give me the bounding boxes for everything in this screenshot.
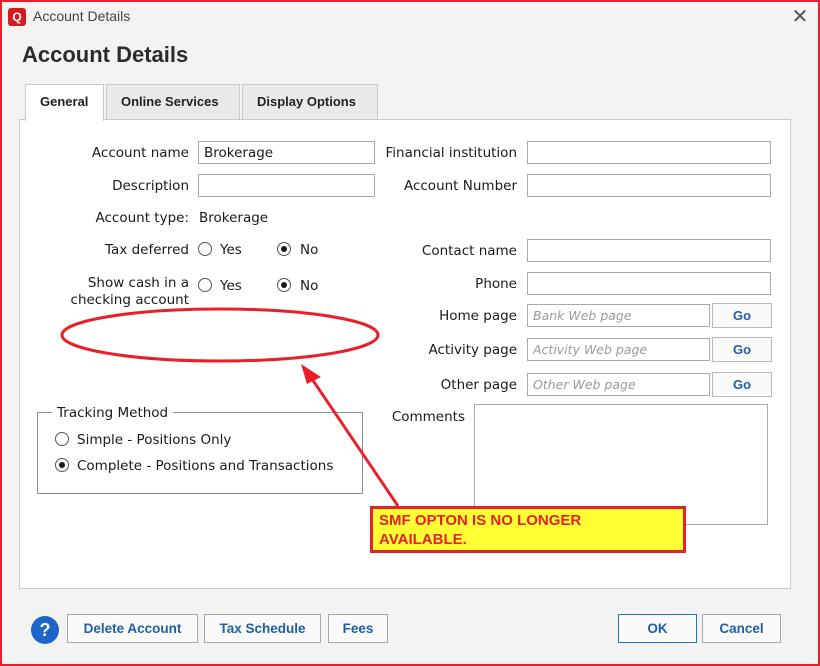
home-page-go-button[interactable]: Go xyxy=(712,303,772,328)
account-number-label: Account Number xyxy=(403,178,517,194)
annotation-note-line2: AVAILABLE. xyxy=(379,531,467,548)
phone-input[interactable] xyxy=(527,272,771,295)
show-cash-yes-radio[interactable] xyxy=(198,278,212,292)
cancel-button[interactable]: Cancel xyxy=(702,614,781,643)
account-number-input[interactable] xyxy=(527,174,771,197)
financial-institution-label: Financial institution xyxy=(385,145,518,161)
other-page-go-button[interactable]: Go xyxy=(712,372,772,397)
other-page-input[interactable] xyxy=(527,373,710,396)
account-name-label: Account name xyxy=(91,145,189,161)
description-input[interactable] xyxy=(198,174,375,197)
tab-online-services[interactable]: Online Services xyxy=(106,84,240,120)
tax-deferred-yes-label: Yes xyxy=(220,242,242,258)
tracking-simple-radio[interactable] xyxy=(55,432,69,446)
fees-button[interactable]: Fees xyxy=(328,614,388,643)
tax-schedule-button[interactable]: Tax Schedule xyxy=(204,614,321,643)
annotation-note-line1: SMF OPTON IS NO LONGER xyxy=(379,512,582,529)
title-bar: Q Account Details ✕ xyxy=(2,2,818,32)
other-page-label: Other page xyxy=(440,377,517,393)
tracking-complete-label: Complete - Positions and Transactions xyxy=(77,458,334,474)
show-cash-no-label: No xyxy=(300,278,319,294)
tab-display-options[interactable]: Display Options xyxy=(242,84,378,120)
activity-page-input[interactable] xyxy=(527,338,710,361)
account-type-label: Account type: xyxy=(95,210,189,226)
description-label: Description xyxy=(112,178,189,194)
home-page-label: Home page xyxy=(439,308,517,324)
tracking-method-legend: Tracking Method xyxy=(52,405,174,421)
quicken-icon: Q xyxy=(8,8,26,26)
help-button[interactable]: ? xyxy=(31,616,59,644)
account-type-value: Brokerage xyxy=(199,210,269,226)
ok-button[interactable]: OK xyxy=(618,614,697,643)
activity-page-label: Activity page xyxy=(428,342,518,358)
show-cash-label-2: checking account xyxy=(70,292,189,308)
page-title: Account Details xyxy=(22,42,189,67)
contact-name-input[interactable] xyxy=(527,239,771,262)
phone-label: Phone xyxy=(475,276,517,292)
account-name-input[interactable] xyxy=(198,141,375,164)
close-icon[interactable]: ✕ xyxy=(789,4,811,28)
tracking-complete-radio[interactable] xyxy=(55,458,69,472)
home-page-input[interactable] xyxy=(527,304,710,327)
show-cash-no-radio[interactable] xyxy=(277,278,291,292)
tax-deferred-label: Tax deferred xyxy=(105,242,189,258)
annotation-note: SMF OPTON IS NO LONGER AVAILABLE. xyxy=(370,506,686,553)
comments-label: Comments xyxy=(391,409,465,425)
tax-deferred-no-radio[interactable] xyxy=(277,242,291,256)
window-title: Account Details xyxy=(33,8,131,24)
tax-deferred-yes-radio[interactable] xyxy=(198,242,212,256)
delete-account-button[interactable]: Delete Account xyxy=(67,614,198,643)
show-cash-yes-label: Yes xyxy=(220,278,242,294)
financial-institution-input[interactable] xyxy=(527,141,771,164)
tracking-simple-label: Simple - Positions Only xyxy=(77,432,232,448)
tax-deferred-no-label: No xyxy=(300,242,319,258)
show-cash-label-1: Show cash in a xyxy=(87,275,189,291)
activity-page-go-button[interactable]: Go xyxy=(712,337,772,362)
contact-name-label: Contact name xyxy=(421,243,517,259)
tab-general[interactable]: General xyxy=(25,84,104,121)
tracking-method-group xyxy=(37,412,363,494)
